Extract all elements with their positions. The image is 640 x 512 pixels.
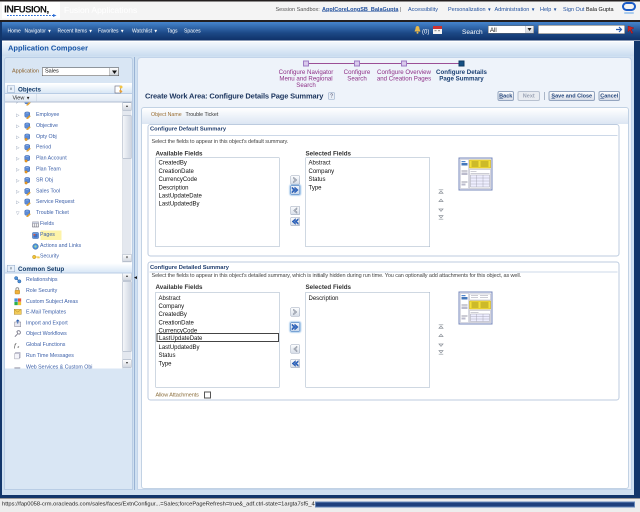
svg-text:x: x <box>16 344 19 348</box>
